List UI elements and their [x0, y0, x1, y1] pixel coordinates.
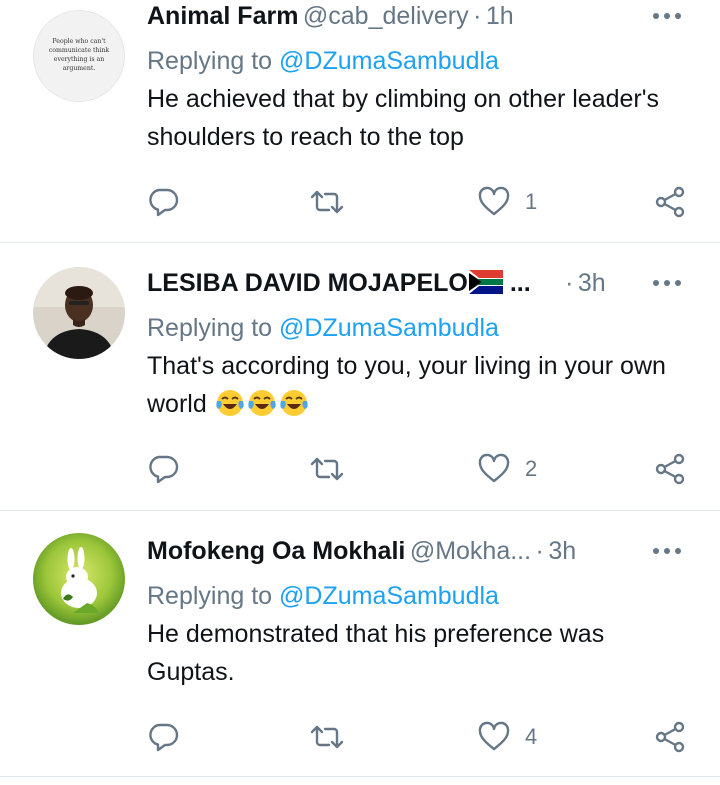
mention-link[interactable]: @DZumaSambudla	[279, 47, 499, 75]
handle[interactable]: @Mokha...	[410, 537, 531, 565]
replying-prefix: Replying to	[147, 582, 273, 610]
replying-to: Replying to @DZumaSambudla	[147, 311, 684, 345]
reply-icon	[149, 723, 179, 752]
separator: ·	[565, 269, 574, 297]
tweet-text: That's according to you, your living in …	[147, 347, 684, 423]
timestamp[interactable]: 3h	[548, 537, 576, 565]
avatar-text-line: everything is an	[54, 56, 104, 63]
handle[interactable]: @cab_delivery	[303, 2, 469, 30]
reply-button[interactable]	[147, 449, 179, 489]
tweet[interactable]: Mofokeng Oa Mokhali @Mokha... · 3h Reply…	[0, 511, 720, 777]
reply-icon	[149, 455, 179, 484]
display-name[interactable]: Mofokeng Oa Mokhali	[147, 537, 405, 565]
timestamp[interactable]: 3h	[578, 269, 606, 297]
replying-to: Replying to @DZumaSambudla	[147, 579, 684, 613]
replying-to: Replying to @DZumaSambudla	[147, 44, 684, 78]
mention-link[interactable]: @DZumaSambudla	[279, 314, 499, 342]
reply-feed: People who can't communicate think every…	[0, 0, 720, 785]
tweet-content: Animal Farm @cab_delivery · 1h Replying …	[147, 2, 684, 156]
like-count: 1	[525, 189, 538, 214]
more-icon[interactable]	[650, 539, 684, 563]
avatar[interactable]: People who can't communicate think every…	[33, 10, 125, 102]
name-truncation: ...	[502, 269, 531, 297]
face-with-tears-of-joy-icon	[216, 390, 244, 416]
separator: ·	[535, 537, 544, 565]
share-icon	[655, 186, 685, 218]
more-icon[interactable]	[650, 271, 684, 295]
tweet-header: Animal Farm @cab_delivery · 1h	[147, 2, 684, 38]
share-button[interactable]	[653, 182, 687, 222]
heart-icon	[478, 453, 510, 483]
like-button[interactable]: 4	[477, 717, 537, 757]
emoji-group	[207, 390, 309, 418]
like-button[interactable]: 2	[477, 449, 537, 489]
retweet-button[interactable]	[309, 182, 345, 222]
action-bar: 1	[147, 182, 687, 222]
timestamp[interactable]: 1h	[486, 2, 514, 30]
face-with-tears-of-joy-icon	[280, 390, 308, 416]
replying-prefix: Replying to	[147, 314, 273, 342]
tweet-header: Mofokeng Oa Mokhali @Mokha... · 3h	[147, 537, 684, 573]
display-name[interactable]: LESIBA DAVID MOJAPELO	[147, 269, 468, 297]
retweet-button[interactable]	[309, 449, 345, 489]
heart-icon	[478, 186, 510, 216]
tweet-text: He achieved that by climbing on other le…	[147, 85, 660, 151]
avatar-text-line: argument.	[63, 65, 96, 72]
retweet-button[interactable]	[309, 717, 345, 757]
replying-prefix: Replying to	[147, 47, 273, 75]
more-icon[interactable]	[650, 4, 684, 28]
heart-icon	[478, 721, 510, 751]
retweet-icon	[310, 190, 344, 214]
tweet-header: LESIBA DAVID MOJAPELO ... · 3h	[147, 269, 684, 305]
reply-button[interactable]	[147, 717, 179, 757]
avatar-text-line: People who can't	[52, 38, 106, 45]
like-count: 4	[525, 724, 538, 749]
retweet-icon	[310, 725, 344, 749]
south-africa-flag-icon	[468, 270, 503, 294]
tweet-text: He demonstrated that his preference was …	[147, 620, 605, 686]
reply-button[interactable]	[147, 182, 179, 222]
tweet-content: LESIBA DAVID MOJAPELO ... · 3h Replying …	[147, 269, 684, 423]
share-button[interactable]	[653, 717, 687, 757]
action-bar: 2	[147, 449, 687, 489]
like-button[interactable]: 1	[477, 182, 537, 222]
display-name[interactable]: Animal Farm	[147, 2, 298, 30]
share-icon	[655, 453, 685, 485]
like-count: 2	[525, 456, 538, 481]
tweet-content: Mofokeng Oa Mokhali @Mokha... · 3h Reply…	[147, 537, 684, 691]
share-icon	[655, 721, 685, 753]
retweet-icon	[310, 457, 344, 481]
mention-link[interactable]: @DZumaSambudla	[279, 582, 499, 610]
face-with-tears-of-joy-icon	[248, 390, 276, 416]
avatar[interactable]	[33, 533, 125, 625]
reply-icon	[149, 188, 179, 217]
tweet[interactable]: LESIBA DAVID MOJAPELO ... · 3h Replying …	[0, 243, 720, 511]
separator: ·	[473, 2, 482, 30]
share-button[interactable]	[653, 449, 687, 489]
tweet[interactable]: People who can't communicate think every…	[0, 0, 720, 243]
avatar[interactable]	[33, 267, 125, 359]
action-bar: 4	[147, 717, 687, 757]
avatar-text-line: communicate think	[49, 47, 110, 54]
